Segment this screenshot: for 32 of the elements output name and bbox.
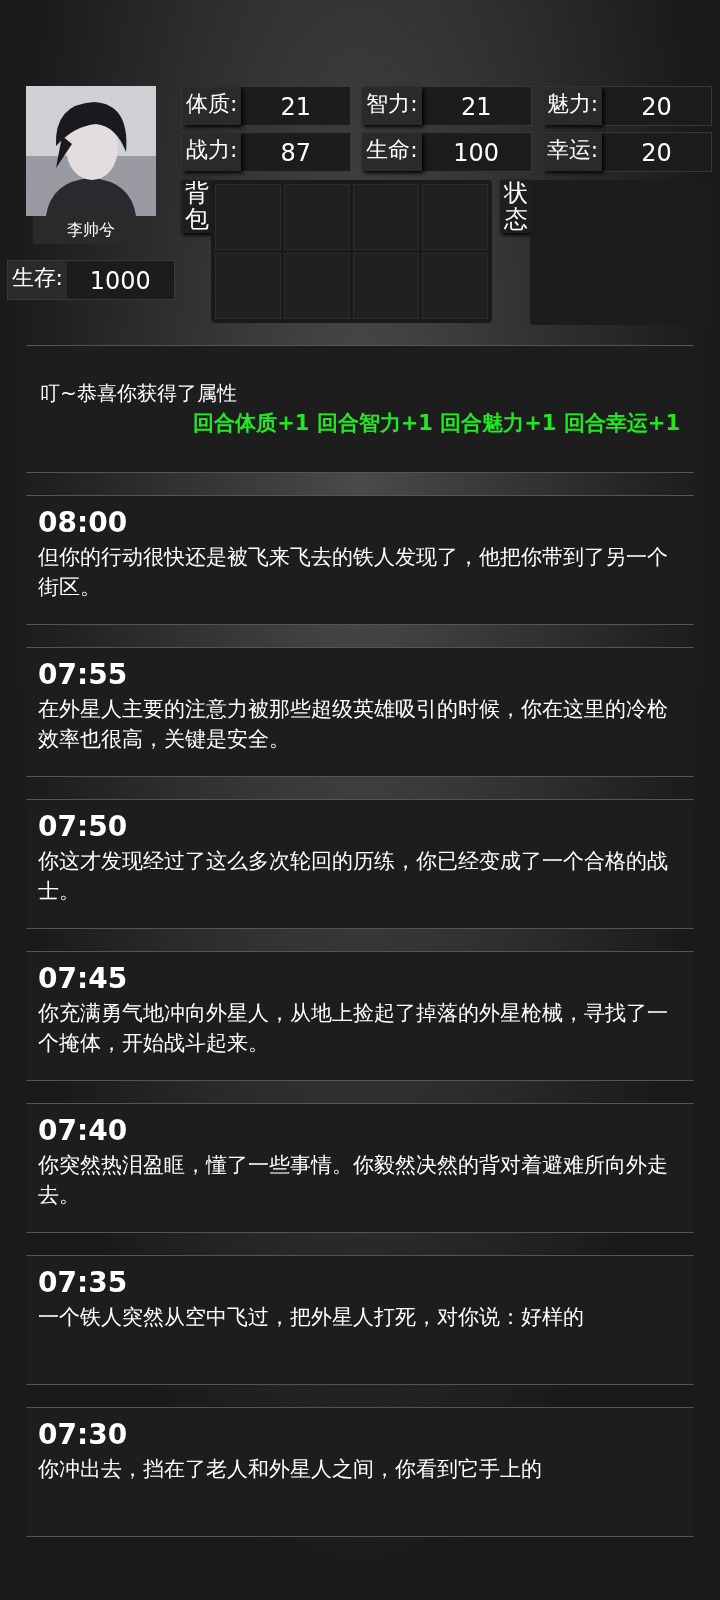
stat-label: 体质: (182, 87, 242, 125)
stat-value: 20 (640, 138, 673, 169)
stat-value: 87 (279, 138, 313, 169)
log-text: 你突然热泪盈眶，懂了一些事情。你毅然决然的背对着避难所向外走去。 (38, 1152, 669, 1209)
log-text: 但你的行动很快还是被飞来飞去的铁人发现了，他把你带到了另一个街区。 (38, 544, 669, 601)
stat-label: 生存: (7, 261, 67, 299)
notice-text: 叮~恭喜你获得了属性 (40, 380, 238, 408)
stat-label: 幸运: (542, 133, 603, 171)
log-time: 07:45 (38, 961, 129, 997)
log-time: 07:50 (38, 809, 129, 845)
log-text: 你充满勇气地冲向外星人，从地上捡起了掉落的外星枪械，寻找了一个掩体，开始战斗起来。 (38, 1000, 669, 1057)
log-text: 你冲出去，挡在了老人和外星人之间，你看到它手上的 (38, 1456, 543, 1483)
backpack-tab[interactable]: 背包 (181, 180, 213, 233)
log-time: 07:30 (38, 1417, 129, 1453)
stat-label: 智力: (362, 87, 422, 125)
log-text: 你这才发现经过了这么多次轮回的历练，你已经变成了一个合格的战士。 (38, 848, 669, 905)
log-time: 07:35 (38, 1265, 129, 1301)
stat-label: 生命: (362, 133, 422, 171)
log-text: 在外星人主要的注意力被那些超级英雄吸引的时候，你在这里的冷枪效率也很高，关键是安全。 (38, 696, 669, 753)
stat-value: 20 (640, 92, 673, 123)
stat-value: 21 (279, 92, 313, 123)
stat-label: 魅力: (542, 87, 603, 125)
stat-label: 战力: (182, 133, 242, 171)
log-time: 08:00 (38, 505, 129, 541)
stat-value: 21 (459, 92, 493, 123)
log-text: 一个铁人突然从空中飞过，把外星人打死，对你说：好样的 (38, 1304, 585, 1331)
stat-value: 1000 (88, 266, 152, 297)
status-tab[interactable]: 状态 (500, 180, 532, 233)
log-time: 07:55 (38, 657, 129, 693)
stat-value: 100 (452, 138, 501, 169)
attribute-bonus: 回合体质+1 回合智力+1 回合魅力+1 回合幸运+1 (193, 410, 680, 438)
log-time: 07:40 (38, 1113, 129, 1149)
